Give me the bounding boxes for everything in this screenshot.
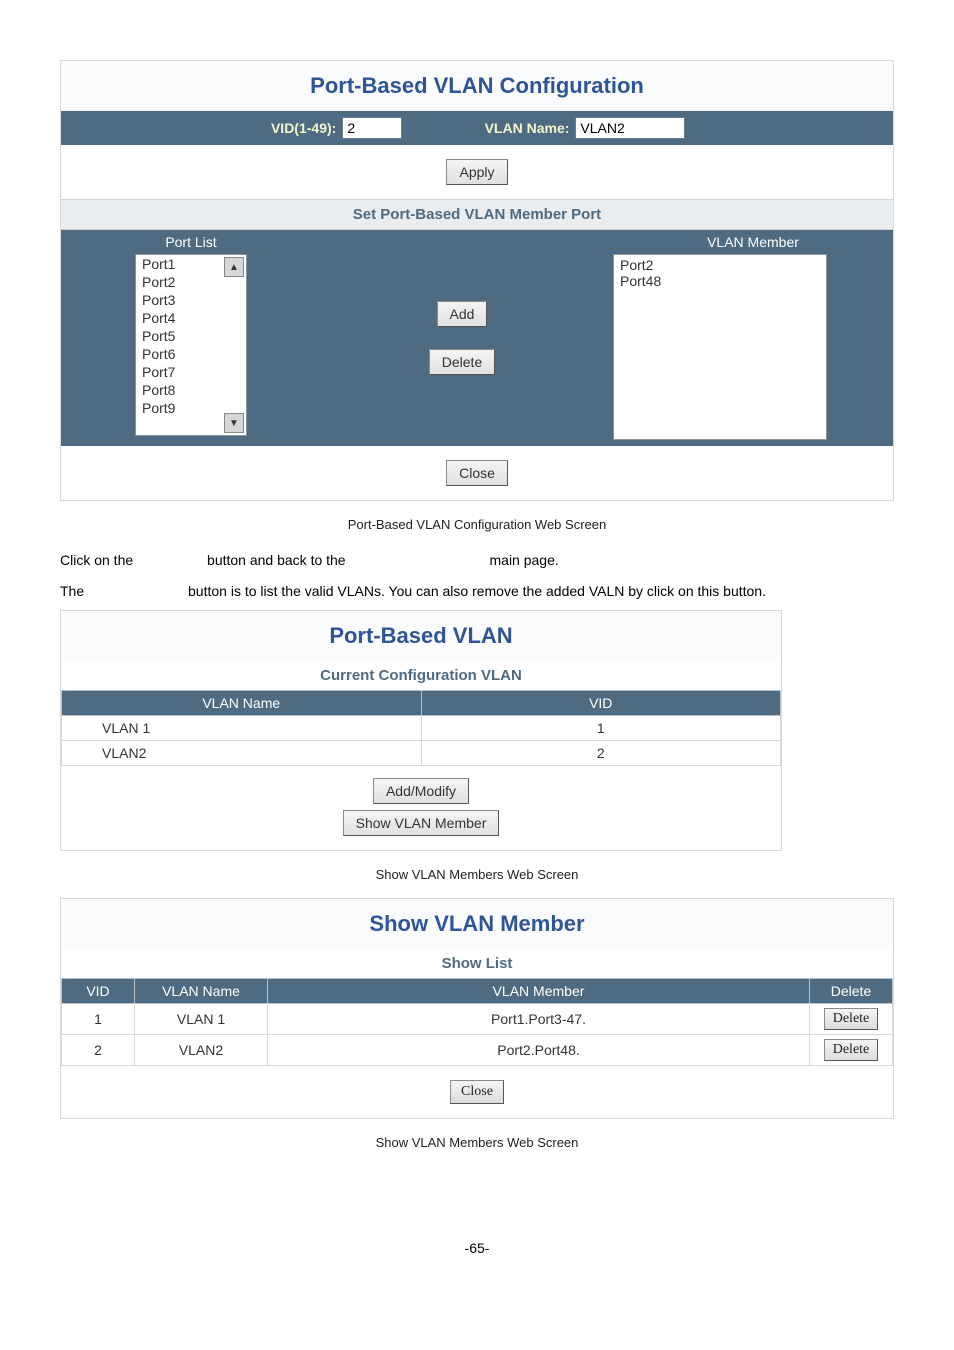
vlan-name-input[interactable] bbox=[575, 117, 685, 139]
col3-name: VLAN Name bbox=[135, 979, 268, 1004]
vid-name-row: VID(1-49): VLAN Name: bbox=[61, 111, 893, 145]
port-option[interactable]: Port4 bbox=[136, 309, 246, 327]
caption2: Show VLAN Members Web Screen bbox=[60, 867, 894, 882]
vid-label: VID(1-49): bbox=[271, 120, 336, 136]
table-row: 2 VLAN2 Port2.Port48. Delete bbox=[62, 1035, 893, 1066]
port-option[interactable]: Port6 bbox=[136, 345, 246, 363]
panel3-subtitle: Show List bbox=[61, 949, 893, 978]
row-delete-button[interactable]: Delete bbox=[824, 1039, 879, 1061]
vlan-member-head: VLAN Member bbox=[613, 230, 893, 254]
vlan-table: VLAN Name VID VLAN 1 1 VLAN2 2 bbox=[61, 690, 781, 766]
caption1: Port-Based VLAN Configuration Web Screen bbox=[60, 517, 894, 532]
scroll-down-icon[interactable]: ▼ bbox=[224, 413, 244, 433]
page-number: -65- bbox=[60, 1240, 894, 1256]
member-port-heading: Set Port-Based VLAN Member Port bbox=[61, 199, 893, 230]
port-list-box[interactable]: ▲ Port1 Port2 Port3 Port4 Port5 Port6 Po… bbox=[135, 254, 247, 436]
row-delete-button[interactable]: Delete bbox=[824, 1008, 879, 1030]
port-option[interactable]: Port7 bbox=[136, 363, 246, 381]
add-modify-button[interactable]: Add/Modify bbox=[373, 778, 469, 804]
port-option[interactable]: Port5 bbox=[136, 327, 246, 345]
vlan-config-panel: Port-Based VLAN Configuration VID(1-49):… bbox=[60, 60, 894, 501]
table-row: 1 VLAN 1 Port1.Port3-47. Delete bbox=[62, 1004, 893, 1035]
panel2-subtitle: Current Configuration VLAN bbox=[61, 661, 781, 690]
member-item[interactable]: Port48 bbox=[620, 273, 820, 289]
vlan-member-box[interactable]: Port2 Port48 bbox=[613, 254, 827, 440]
scroll-up-icon[interactable]: ▲ bbox=[224, 257, 244, 277]
panel3-title: Show VLAN Member bbox=[61, 899, 893, 949]
delete-button[interactable]: Delete bbox=[429, 349, 495, 375]
show-list-table: VID VLAN Name VLAN Member Delete 1 VLAN … bbox=[61, 978, 893, 1066]
col3-delete: Delete bbox=[810, 979, 893, 1004]
show-vlan-member-panel: Show VLAN Member Show List VID VLAN Name… bbox=[60, 898, 894, 1119]
add-button[interactable]: Add bbox=[437, 301, 488, 327]
current-vlan-panel: Port-Based VLAN Current Configuration VL… bbox=[60, 610, 782, 851]
instruction-line-2: The button is to list the valid VLANs. Y… bbox=[60, 579, 894, 604]
port-list-head: Port List bbox=[165, 230, 216, 254]
col3-member: VLAN Member bbox=[268, 979, 810, 1004]
instruction-line-1: Click on the button and back to the main… bbox=[60, 548, 894, 573]
table-row: VLAN2 2 bbox=[62, 741, 781, 766]
port-option[interactable]: Port3 bbox=[136, 291, 246, 309]
panel2-title: Port-Based VLAN bbox=[61, 611, 781, 661]
col-vlan-name: VLAN Name bbox=[62, 691, 422, 716]
vlan-name-label: VLAN Name: bbox=[485, 120, 570, 136]
apply-button[interactable]: Apply bbox=[446, 159, 507, 185]
member-item[interactable]: Port2 bbox=[620, 257, 820, 273]
table-row: VLAN 1 1 bbox=[62, 716, 781, 741]
caption3: Show VLAN Members Web Screen bbox=[60, 1135, 894, 1150]
close-button-2[interactable]: Close bbox=[450, 1080, 504, 1104]
port-option[interactable]: Port8 bbox=[136, 381, 246, 399]
col-vid: VID bbox=[421, 691, 781, 716]
col3-vid: VID bbox=[62, 979, 135, 1004]
close-button[interactable]: Close bbox=[446, 460, 508, 486]
panel1-title: Port-Based VLAN Configuration bbox=[61, 61, 893, 111]
show-vlan-member-button[interactable]: Show VLAN Member bbox=[343, 810, 500, 836]
vid-input[interactable] bbox=[342, 117, 402, 139]
